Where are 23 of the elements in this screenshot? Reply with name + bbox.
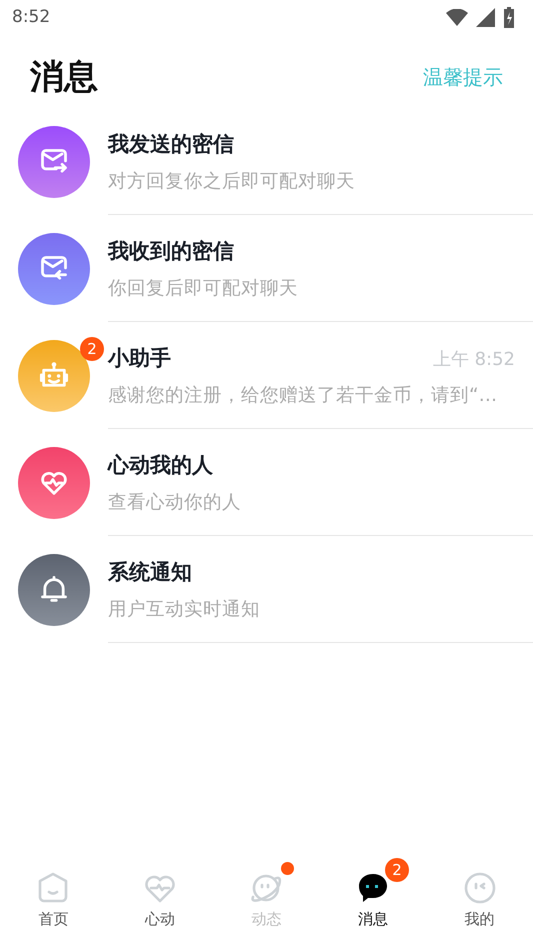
conversation-title[interactable]: 小助手 (108, 344, 171, 372)
unread-badge: 2 (80, 336, 104, 360)
message-preview: 查看心动你的人 (108, 490, 242, 514)
message-preview: 用户互动实时通知 (108, 598, 261, 620)
unread-badge: 2 (385, 858, 410, 882)
tab[interactable]: 首页 (0, 860, 107, 944)
wifi-icon (446, 8, 468, 26)
signal-icon (476, 8, 495, 26)
conversation-title[interactable]: 我发送的密信 (108, 130, 234, 158)
message-preview: 你回复后即可配对聊天 (108, 276, 299, 300)
status-time: 8:52 (12, 7, 50, 27)
battery-icon (503, 6, 515, 28)
conversation-title[interactable]: 心动我的人 (108, 450, 213, 478)
message-time: 上午 8:52 (432, 348, 515, 370)
tab[interactable]: 心动 (106, 860, 214, 944)
tab[interactable]: 我的 (426, 860, 533, 944)
message-preview: 对方回复你之后即可配对聊天 (108, 170, 356, 192)
face-icon (462, 870, 498, 906)
tab[interactable]: 2 消息 (320, 860, 426, 944)
conversation-title[interactable]: 系统通知 (108, 558, 192, 586)
message-preview: 感谢您的注册，给您赠送了若干金币，请到“… (108, 384, 498, 406)
conversation-title[interactable]: 我收到的密信 (108, 236, 234, 264)
page-title: 消息 (30, 56, 98, 99)
